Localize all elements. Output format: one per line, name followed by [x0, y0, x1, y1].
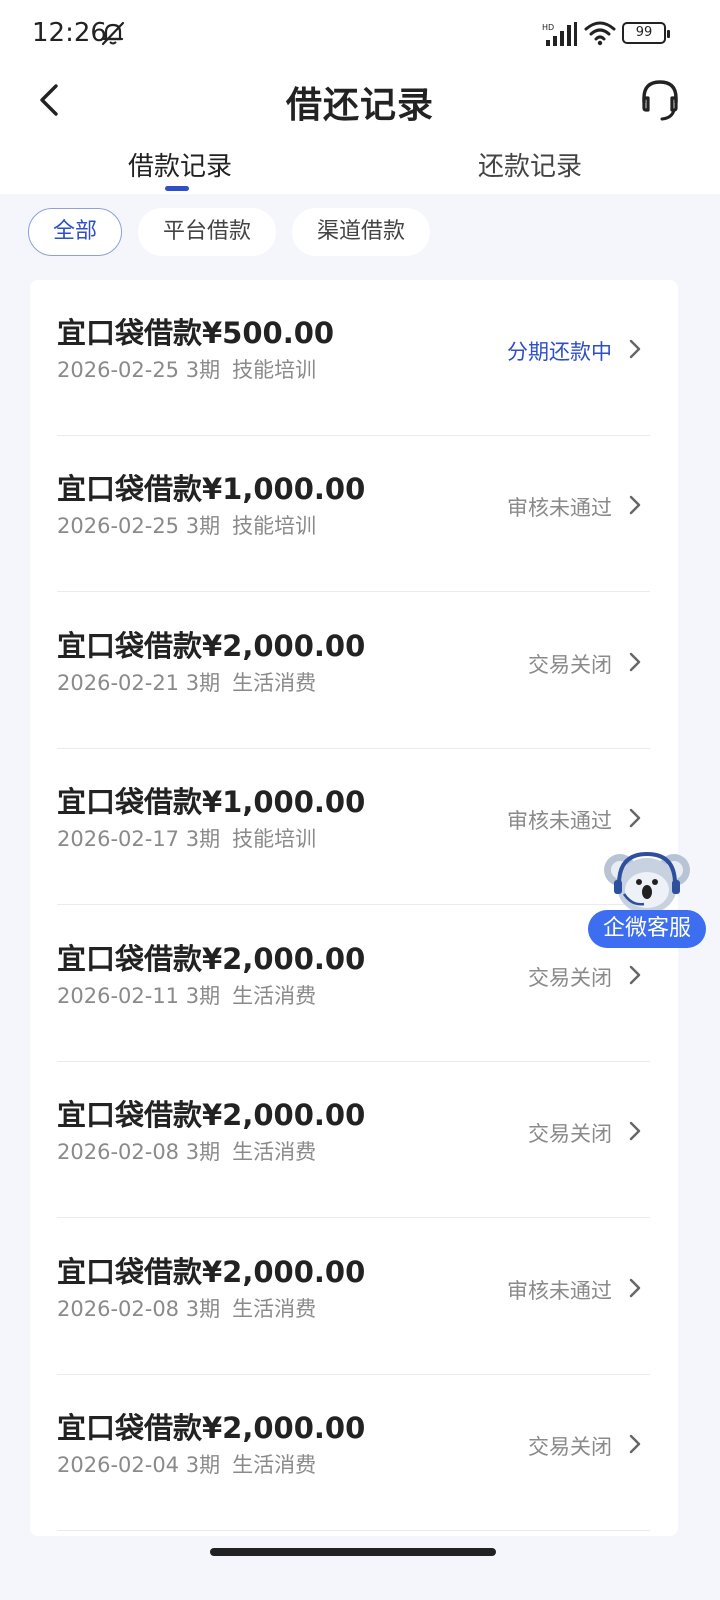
- record-date: 2026-02-08: [57, 1297, 180, 1321]
- filter-platform-loans[interactable]: 平台借款: [138, 208, 276, 256]
- record-status: 分期还款中: [507, 340, 612, 364]
- record-purpose: 技能培训: [232, 827, 317, 851]
- chevron-right-icon: [629, 808, 641, 828]
- record-date: 2026-02-08: [57, 1140, 180, 1164]
- record-purpose: 生活消费: [232, 1297, 317, 1321]
- record-meta: 2026-02-08 3期 生活消费: [57, 1136, 316, 1166]
- app-header: 借还记录: [0, 64, 720, 136]
- filter-chips: 全部 平台借款 渠道借款: [0, 208, 720, 258]
- record-date: 2026-02-04: [57, 1453, 180, 1477]
- record-status: 交易关闭: [528, 653, 612, 677]
- record-term: 3期: [185, 827, 221, 851]
- loan-record-row[interactable]: 宜口袋借款¥2,000.00 2026-02-08 3期 生活消费 审核未通过: [30, 1219, 678, 1375]
- record-purpose: 生活消费: [232, 984, 317, 1008]
- loan-record-row[interactable]: 宜口袋借款¥500.00 2026-02-25 3期 技能培训 分期还款中: [30, 280, 678, 436]
- divider: [57, 1217, 650, 1218]
- record-title: 宜口袋借款¥2,000.00: [57, 942, 366, 976]
- status-time: 12:26: [32, 18, 107, 48]
- home-indicator[interactable]: [210, 1548, 496, 1556]
- record-term: 3期: [185, 671, 221, 695]
- record-term: 3期: [185, 514, 221, 538]
- loan-record-list: 宜口袋借款¥500.00 2026-02-25 3期 技能培训 分期还款中 宜口袋…: [30, 280, 678, 1536]
- record-status: 交易关闭: [528, 1122, 612, 1146]
- chevron-right-icon: [629, 1434, 641, 1454]
- record-date: 2026-02-25: [57, 514, 180, 538]
- loan-record-row[interactable]: 宜口袋借款¥1,000.00 2026-02-25 3期 技能培训 审核未通过: [30, 436, 678, 592]
- record-meta: 2026-02-21 3期 生活消费: [57, 667, 316, 697]
- status-bar: 12:26 HD 99: [0, 0, 720, 64]
- page-title: 借还记录: [285, 85, 434, 126]
- record-status: 审核未通过: [507, 496, 612, 520]
- chevron-right-icon: [629, 652, 641, 672]
- record-purpose: 技能培训: [232, 514, 317, 538]
- record-term: 3期: [185, 1453, 221, 1477]
- record-title: 宜口袋借款¥1,000.00: [57, 785, 366, 819]
- record-term: 3期: [185, 984, 221, 1008]
- record-status: 审核未通过: [507, 809, 612, 833]
- record-title: 宜口袋借款¥500.00: [57, 316, 335, 350]
- battery-indicator: 99: [622, 22, 670, 44]
- record-purpose: 技能培训: [232, 358, 317, 382]
- record-term: 3期: [185, 358, 221, 382]
- record-purpose: 生活消费: [232, 1140, 317, 1164]
- record-title: 宜口袋借款¥2,000.00: [57, 1411, 366, 1445]
- record-meta: 2026-02-17 3期 技能培训: [57, 823, 316, 853]
- wifi-icon: [584, 21, 616, 46]
- tab-indicator: [165, 186, 189, 191]
- record-purpose: 生活消费: [232, 1453, 317, 1477]
- loan-record-row[interactable]: 宜口袋借款¥1,000.00 2026-02-17 3期 技能培训 审核未通过: [30, 749, 678, 905]
- customer-service-button[interactable]: [636, 76, 684, 124]
- record-status: 交易关闭: [528, 966, 612, 990]
- divider: [57, 904, 650, 905]
- record-title: 宜口袋借款¥1,000.00: [57, 472, 366, 506]
- wecom-service-label: 企微客服: [588, 910, 706, 948]
- record-meta: 2026-02-04 3期 生活消费: [57, 1449, 316, 1479]
- loan-record-row[interactable]: 宜口袋借款¥2,000.00 2026-02-04 3期 生活消费 交易关闭: [30, 1375, 678, 1531]
- record-date: 2026-02-21: [57, 671, 180, 695]
- loan-record-row[interactable]: 宜口袋借款¥2,000.00 2026-02-11 3期 生活消费 交易关闭: [30, 906, 678, 1062]
- tab-loan-records[interactable]: 借款记录: [0, 146, 360, 183]
- record-meta: 2026-02-25 3期 技能培训: [57, 510, 316, 540]
- filter-all[interactable]: 全部: [28, 208, 122, 256]
- record-date: 2026-02-25: [57, 358, 180, 382]
- record-title: 宜口袋借款¥2,000.00: [57, 1255, 366, 1289]
- record-purpose: 生活消费: [232, 671, 317, 695]
- record-date: 2026-02-11: [57, 984, 180, 1008]
- chevron-right-icon: [629, 495, 641, 515]
- loan-record-row[interactable]: 宜口袋借款¥2,000.00 2026-02-08 3期 生活消费 交易关闭: [30, 1062, 678, 1218]
- record-term: 3期: [185, 1140, 221, 1164]
- chevron-right-icon: [629, 339, 641, 359]
- record-tabs: 借款记录 还款记录: [0, 136, 720, 194]
- filter-channel-loans[interactable]: 渠道借款: [292, 208, 430, 256]
- tab-repayment-records[interactable]: 还款记录: [350, 146, 710, 183]
- divider: [57, 1530, 650, 1531]
- record-status: 审核未通过: [507, 1279, 612, 1303]
- record-term: 3期: [185, 1297, 221, 1321]
- record-meta: 2026-02-11 3期 生活消费: [57, 980, 316, 1010]
- bell-off-icon: [101, 21, 125, 46]
- chevron-right-icon: [629, 1278, 641, 1298]
- record-date: 2026-02-17: [57, 827, 180, 851]
- record-title: 宜口袋借款¥2,000.00: [57, 629, 366, 663]
- chevron-right-icon: [629, 1121, 641, 1141]
- divider: [57, 591, 650, 592]
- record-status: 交易关闭: [528, 1435, 612, 1459]
- loan-record-row[interactable]: 宜口袋借款¥2,000.00 2026-02-21 3期 生活消费 交易关闭: [30, 593, 678, 749]
- chevron-right-icon: [629, 965, 641, 985]
- record-meta: 2026-02-25 3期 技能培训: [57, 354, 316, 384]
- record-title: 宜口袋借款¥2,000.00: [57, 1098, 366, 1132]
- hd-label: HD: [542, 23, 554, 32]
- wecom-service-float-button[interactable]: 企微客服: [588, 848, 706, 950]
- record-meta: 2026-02-08 3期 生活消费: [57, 1293, 316, 1323]
- signal-icon: HD: [542, 22, 577, 46]
